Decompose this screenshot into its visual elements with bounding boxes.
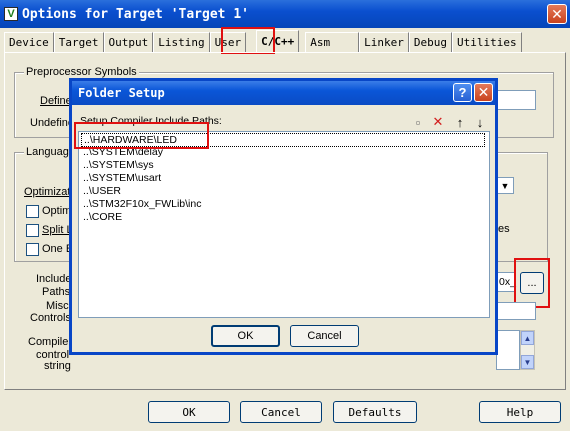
- preprocessor-legend: Preprocessor Symbols: [24, 66, 139, 78]
- optim-checkbox[interactable]: [26, 205, 39, 218]
- split-checkbox[interactable]: [26, 224, 39, 237]
- folder-setup-dialog: Folder Setup ? ✕ Setup Compiler Include …: [69, 78, 498, 355]
- tab-device[interactable]: Device: [4, 32, 54, 52]
- dialog-close-button[interactable]: ✕: [474, 83, 493, 102]
- tab-target[interactable]: Target: [53, 32, 104, 52]
- include-label: Include: [36, 273, 72, 285]
- dialog-ok-button[interactable]: OK: [211, 325, 280, 347]
- tab-output[interactable]: Output: [103, 32, 154, 52]
- window-close-button[interactable]: ✕: [547, 4, 567, 24]
- list-item[interactable]: ..\USER: [83, 185, 121, 197]
- misc-controls-input[interactable]: [496, 302, 536, 320]
- help-button[interactable]: Help: [479, 401, 561, 423]
- window-title: Options for Target 'Target 1': [22, 6, 249, 22]
- ok-button[interactable]: OK: [148, 401, 230, 423]
- list-item[interactable]: ..\STM32F10x_FWLib\inc: [83, 198, 201, 210]
- dialog-title-bar: Folder Setup: [72, 81, 495, 105]
- question-icon: ?: [458, 85, 467, 100]
- misc-label: Misc: [46, 300, 69, 312]
- split-label: Split L: [42, 224, 73, 236]
- tab-utilities[interactable]: Utilities: [451, 32, 522, 52]
- window-title-bar: V Options for Target 'Target 1': [0, 0, 570, 28]
- tab-listing[interactable]: Listing: [153, 32, 210, 52]
- move-up-icon[interactable]: ↑: [452, 114, 468, 130]
- tab-asm[interactable]: Asm: [305, 32, 360, 52]
- include-paths-input[interactable]: 0x_: [496, 272, 516, 292]
- string-label: string: [44, 360, 71, 372]
- compiler-control-string: [496, 330, 520, 370]
- delete-icon[interactable]: ✕: [430, 114, 446, 130]
- led-path-highlight-box: [74, 122, 209, 149]
- paths-label: Paths: [42, 286, 71, 298]
- compiler-label: Compiler: [28, 336, 73, 348]
- app-icon: V: [4, 7, 18, 21]
- scroll-down-icon[interactable]: ▼: [521, 355, 534, 369]
- compiler-scrollbar[interactable]: ▲ ▼: [520, 330, 535, 370]
- dialog-title: Folder Setup: [78, 86, 165, 100]
- define-input[interactable]: [496, 90, 536, 110]
- move-down-icon[interactable]: ↓: [472, 114, 488, 130]
- defaults-button[interactable]: Defaults: [333, 401, 417, 423]
- tab-debug[interactable]: Debug: [408, 32, 452, 52]
- dropdown-arrow-icon: ▼: [500, 180, 510, 191]
- list-item[interactable]: ..\CORE: [83, 211, 122, 223]
- dialog-cancel-button[interactable]: Cancel: [290, 325, 359, 347]
- define-label: Define: [40, 95, 72, 107]
- browse-highlight-box: [514, 258, 550, 308]
- cancel-button[interactable]: Cancel: [240, 401, 322, 423]
- dialog-help-button[interactable]: ?: [453, 83, 472, 102]
- new-folder-icon[interactable]: ▫: [410, 114, 426, 130]
- controls-label: Controls: [30, 312, 71, 324]
- undefine-label: Undefine: [30, 117, 75, 129]
- include-paths-list[interactable]: ..\HARDWARE\LED ..\SYSTEM\delay ..\SYSTE…: [78, 131, 490, 318]
- tab-linker[interactable]: Linker: [359, 32, 409, 52]
- one-elf-checkbox[interactable]: [26, 243, 39, 256]
- right-text-fragment: es: [498, 223, 510, 235]
- list-item[interactable]: ..\SYSTEM\usart: [83, 172, 161, 184]
- close-icon: ✕: [477, 84, 490, 100]
- tab-highlight-box: [221, 27, 275, 54]
- list-item[interactable]: ..\SYSTEM\sys: [83, 159, 154, 171]
- optimization-dropdown-arrow[interactable]: ▼: [496, 177, 514, 194]
- scroll-up-icon[interactable]: ▲: [521, 331, 534, 345]
- optim-label: Optim: [42, 205, 72, 217]
- close-icon: ✕: [551, 5, 563, 22]
